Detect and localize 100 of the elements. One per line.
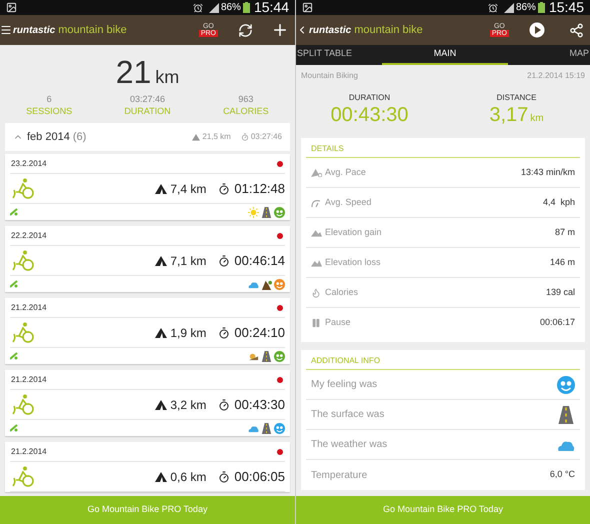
gps-icon: [10, 424, 19, 432]
battery-level: 86%: [220, 1, 241, 15]
add-icon[interactable]: [271, 21, 289, 39]
share-icon[interactable]: [569, 22, 584, 38]
distance-icon: [155, 399, 168, 410]
road-icon: [261, 206, 272, 218]
clock-time: 15:44: [254, 0, 289, 17]
battery-icon: [242, 2, 250, 13]
distance-icon: [155, 327, 168, 338]
distance-unit: km: [530, 112, 544, 126]
elevation-gain-icon: [311, 228, 322, 236]
distance-icon: [192, 133, 200, 141]
session-card[interactable]: 21.2.2014 1,9 km 00:24:10: [5, 298, 290, 364]
battery-icon: [538, 2, 545, 13]
session-card[interactable]: 21.2.2014 3,2 km 00:43:30: [5, 370, 290, 436]
road-icon: [261, 350, 272, 362]
month-distance: 21,5 km: [202, 131, 231, 143]
cyclist-icon: [10, 394, 34, 416]
session-duration: 00:06:05: [234, 468, 285, 486]
play-circle-icon[interactable]: [529, 22, 545, 38]
info-label: Temperature: [311, 468, 368, 482]
stopwatch-icon: [218, 398, 230, 410]
stat-value: 963: [238, 93, 254, 105]
speedometer-icon: [311, 198, 321, 207]
signal-icon: [504, 2, 514, 12]
detail-value: 13:43 min/km: [520, 166, 575, 179]
stopwatch-icon: [218, 254, 230, 266]
clock-time: 15:45: [548, 0, 584, 17]
info-label: The weather was: [311, 438, 388, 452]
session-date: 21.2.2014: [10, 302, 47, 314]
stopwatch-icon: [218, 326, 230, 338]
distance-value: 3,17: [489, 104, 528, 126]
road-icon: [557, 406, 575, 424]
stat-label: DURATION: [124, 105, 171, 117]
menu-icon[interactable]: [0, 24, 12, 36]
cyclist-icon: [10, 250, 34, 272]
gps-icon: [10, 208, 19, 216]
session-distance: 7,1 km: [170, 252, 206, 270]
month-count: (6): [72, 130, 86, 145]
activity-date: 21.2.2014 15:19: [527, 70, 585, 82]
road-icon: [261, 422, 272, 434]
stat-label: CALORIES: [223, 105, 269, 117]
detail-value: 00:06:17: [540, 316, 575, 330]
session-card[interactable]: 22.2.2014 7,1 km 00:46:14: [5, 226, 290, 292]
session-date: 21.2.2014: [10, 446, 47, 458]
trail-icon: [261, 278, 272, 290]
stat-value: 03:27:46: [130, 93, 166, 105]
product-name: mountain bike: [354, 22, 423, 38]
distance-label: DISTANCE: [496, 92, 536, 104]
session-date: 22.2.2014: [10, 230, 47, 242]
detail-value: 87 m: [554, 226, 575, 239]
session-distance: 1,9 km: [170, 324, 206, 342]
info-value: 6,0 °C: [550, 468, 575, 482]
month-duration: 03:27:46: [250, 131, 282, 143]
battery-level: 86%: [516, 1, 536, 15]
brand-logo: runtastic: [13, 24, 56, 38]
elevation-loss-icon: [311, 258, 322, 266]
pause-icon: [311, 318, 321, 328]
activity-type: Mountain Biking: [301, 70, 358, 82]
month-header[interactable]: feb 2014 (6) 21,5 km 03:27:46: [5, 123, 290, 151]
detail-label: Calories: [325, 286, 358, 299]
session-date: 21.2.2014: [10, 374, 47, 386]
cyclist-icon: [10, 466, 34, 488]
gps-icon: [10, 280, 19, 288]
detail-value: 4,4 kph: [542, 196, 575, 209]
brand-logo: runtastic: [309, 24, 352, 38]
image-icon: [302, 2, 313, 13]
sun-icon: [248, 206, 259, 218]
tab[interactable]: SPLIT TABLE: [296, 45, 382, 65]
duration-label: DURATION: [348, 92, 390, 104]
session-card[interactable]: 23.2.2014 7,4 km 01:12:48: [5, 154, 290, 220]
session-duration: 01:12:48: [234, 180, 285, 198]
stat-value: 6: [46, 93, 52, 105]
section-title: ADDITIONAL INFO: [310, 355, 380, 367]
detail-value: 146 m: [550, 256, 575, 269]
pace-icon: [311, 168, 322, 177]
distance-icon: [155, 255, 168, 266]
sync-icon[interactable]: [238, 22, 253, 38]
session-duration: 00:46:14: [234, 252, 285, 270]
signal-icon: [208, 2, 219, 12]
tab[interactable]: MAIN: [382, 45, 508, 65]
detail-label: Elevation gain: [325, 226, 382, 239]
distance-unit: km: [155, 66, 180, 89]
detail-label: Avg. Speed: [325, 196, 372, 209]
image-icon: [6, 2, 17, 13]
alarm-icon: [488, 2, 498, 12]
session-distance: 3,2 km: [170, 396, 206, 414]
tab[interactable]: MAP: [508, 45, 590, 65]
distance-icon: [155, 471, 168, 482]
stopwatch-icon: [218, 470, 230, 482]
alarm-icon: [192, 2, 203, 12]
session-distance: 0,6 km: [170, 468, 206, 486]
detail-label: Avg. Pace: [325, 166, 366, 179]
session-distance: 7,4 km: [170, 180, 206, 198]
cyclist-icon: [10, 322, 34, 344]
distance-icon: [155, 183, 168, 194]
month-label: feb 2014: [27, 130, 70, 145]
info-label: The surface was: [311, 408, 384, 422]
session-card[interactable]: 21.2.2014 0,6 km 00:06:05: [5, 442, 290, 492]
detail-label: Pause: [325, 316, 351, 330]
